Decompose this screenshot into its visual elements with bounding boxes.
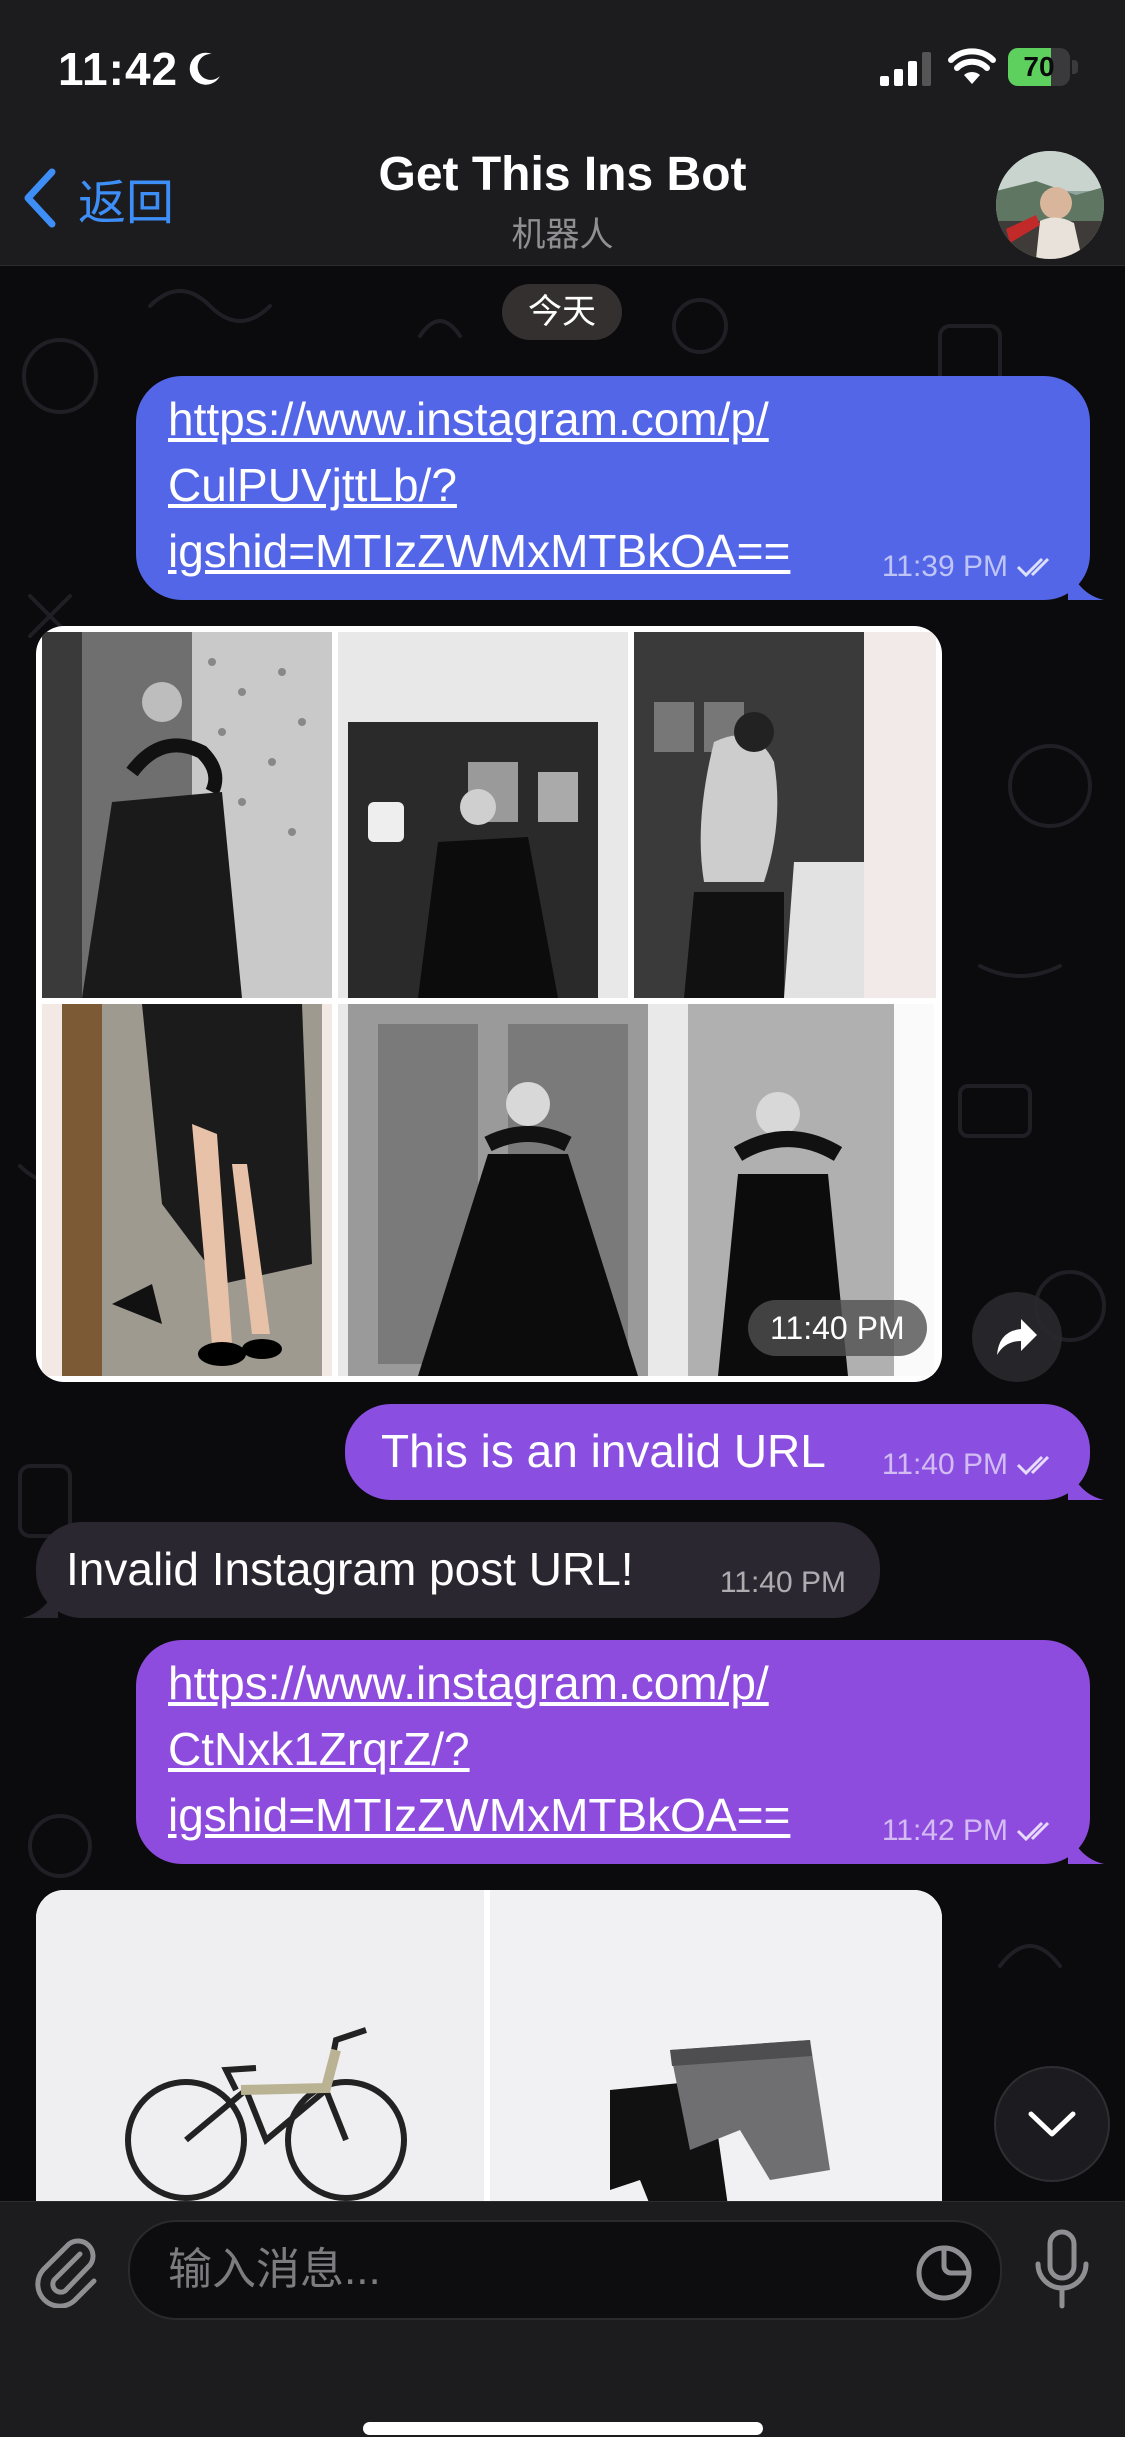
status-bar: 11:42 70 <box>0 0 1125 135</box>
album-photo[interactable] <box>634 632 936 998</box>
signal-icon <box>880 52 931 86</box>
incoming-message[interactable]: Invalid Instagram post URL! 11:40 PM <box>22 1522 880 1618</box>
home-indicator <box>363 2422 763 2435</box>
avatar[interactable] <box>996 151 1104 259</box>
battery-percent: 70 <box>1023 51 1055 82</box>
microphone-icon[interactable] <box>1030 2228 1094 2312</box>
paperclip-icon[interactable] <box>28 2232 104 2308</box>
photo-album[interactable] <box>36 1890 942 2201</box>
outgoing-message[interactable]: https://www.instagram.com/p/ CulPUVjttLb… <box>136 376 1104 600</box>
message-time: 11:40 PM <box>719 1566 846 1599</box>
album-photo[interactable] <box>42 1004 332 1376</box>
message-composer: 输入消息... <box>0 2201 1125 2437</box>
double-check-icon <box>1016 1455 1050 1476</box>
message-time: 11:40 PM <box>881 1448 1008 1481</box>
message-time: 11:39 PM <box>881 550 1008 583</box>
chat-subtitle: 机器人 <box>511 216 614 254</box>
share-arrow-icon <box>997 1319 1037 1355</box>
forward-button[interactable] <box>972 1292 1062 1382</box>
double-check-icon <box>1016 557 1050 578</box>
message-text: Invalid Instagram post URL! <box>66 1543 634 1595</box>
bubble-tail <box>1068 1464 1104 1500</box>
message-link-line[interactable]: CtNxk1ZrqrZ/? <box>168 1716 790 1782</box>
outgoing-message[interactable]: https://www.instagram.com/p/ CtNxk1ZrqrZ… <box>136 1640 1104 1864</box>
chevron-down-icon <box>1028 2111 1076 2137</box>
chat-area[interactable]: 今天 https://www.instagram.com/p/ CulPUVjt… <box>0 266 1125 2201</box>
scroll-down-button[interactable] <box>994 2066 1110 2182</box>
chat-title: Get This Ins Bot <box>378 148 747 201</box>
album-time: 11:40 PM <box>748 1300 927 1356</box>
bubble-tail <box>1068 1828 1104 1864</box>
message-link-line[interactable]: igshid=MTIzZWMxMTBkOA== <box>168 1782 790 1848</box>
message-link-line[interactable]: https://www.instagram.com/p/ <box>168 386 790 452</box>
message-input-placeholder: 输入消息... <box>168 2245 381 2294</box>
message-link-line[interactable]: https://www.instagram.com/p/ <box>168 1650 790 1716</box>
bubble-tail <box>1068 564 1104 600</box>
battery-indicator: 70 <box>1008 48 1080 86</box>
message-text: This is an invalid URL <box>381 1425 826 1477</box>
wifi-icon <box>948 48 996 84</box>
photo-album[interactable]: 11:40 PM <box>36 626 942 1382</box>
chat-header: 返回 Get This Ins Bot 机器人 <box>0 135 1125 266</box>
status-time: 11:42 <box>58 43 179 95</box>
message-link-line[interactable]: igshid=MTIzZWMxMTBkOA== <box>168 518 790 584</box>
message-input[interactable]: 输入消息... <box>128 2220 1002 2320</box>
bubble-tail <box>22 1582 58 1618</box>
double-check-icon <box>1016 1821 1050 1842</box>
album-photo[interactable] <box>42 632 332 998</box>
album-photo[interactable] <box>36 1890 484 2201</box>
outgoing-message[interactable]: This is an invalid URL 11:40 PM <box>345 1404 1104 1500</box>
date-badge: 今天 <box>502 284 622 340</box>
album-photo[interactable] <box>338 632 628 998</box>
message-link-line[interactable]: CulPUVjttLb/? <box>168 452 790 518</box>
sticker-icon[interactable] <box>915 2244 973 2302</box>
album-photo[interactable] <box>490 1890 942 2201</box>
avatar-photo <box>996 151 1104 259</box>
moon-icon <box>189 52 220 85</box>
message-time: 11:42 PM <box>881 1814 1008 1847</box>
